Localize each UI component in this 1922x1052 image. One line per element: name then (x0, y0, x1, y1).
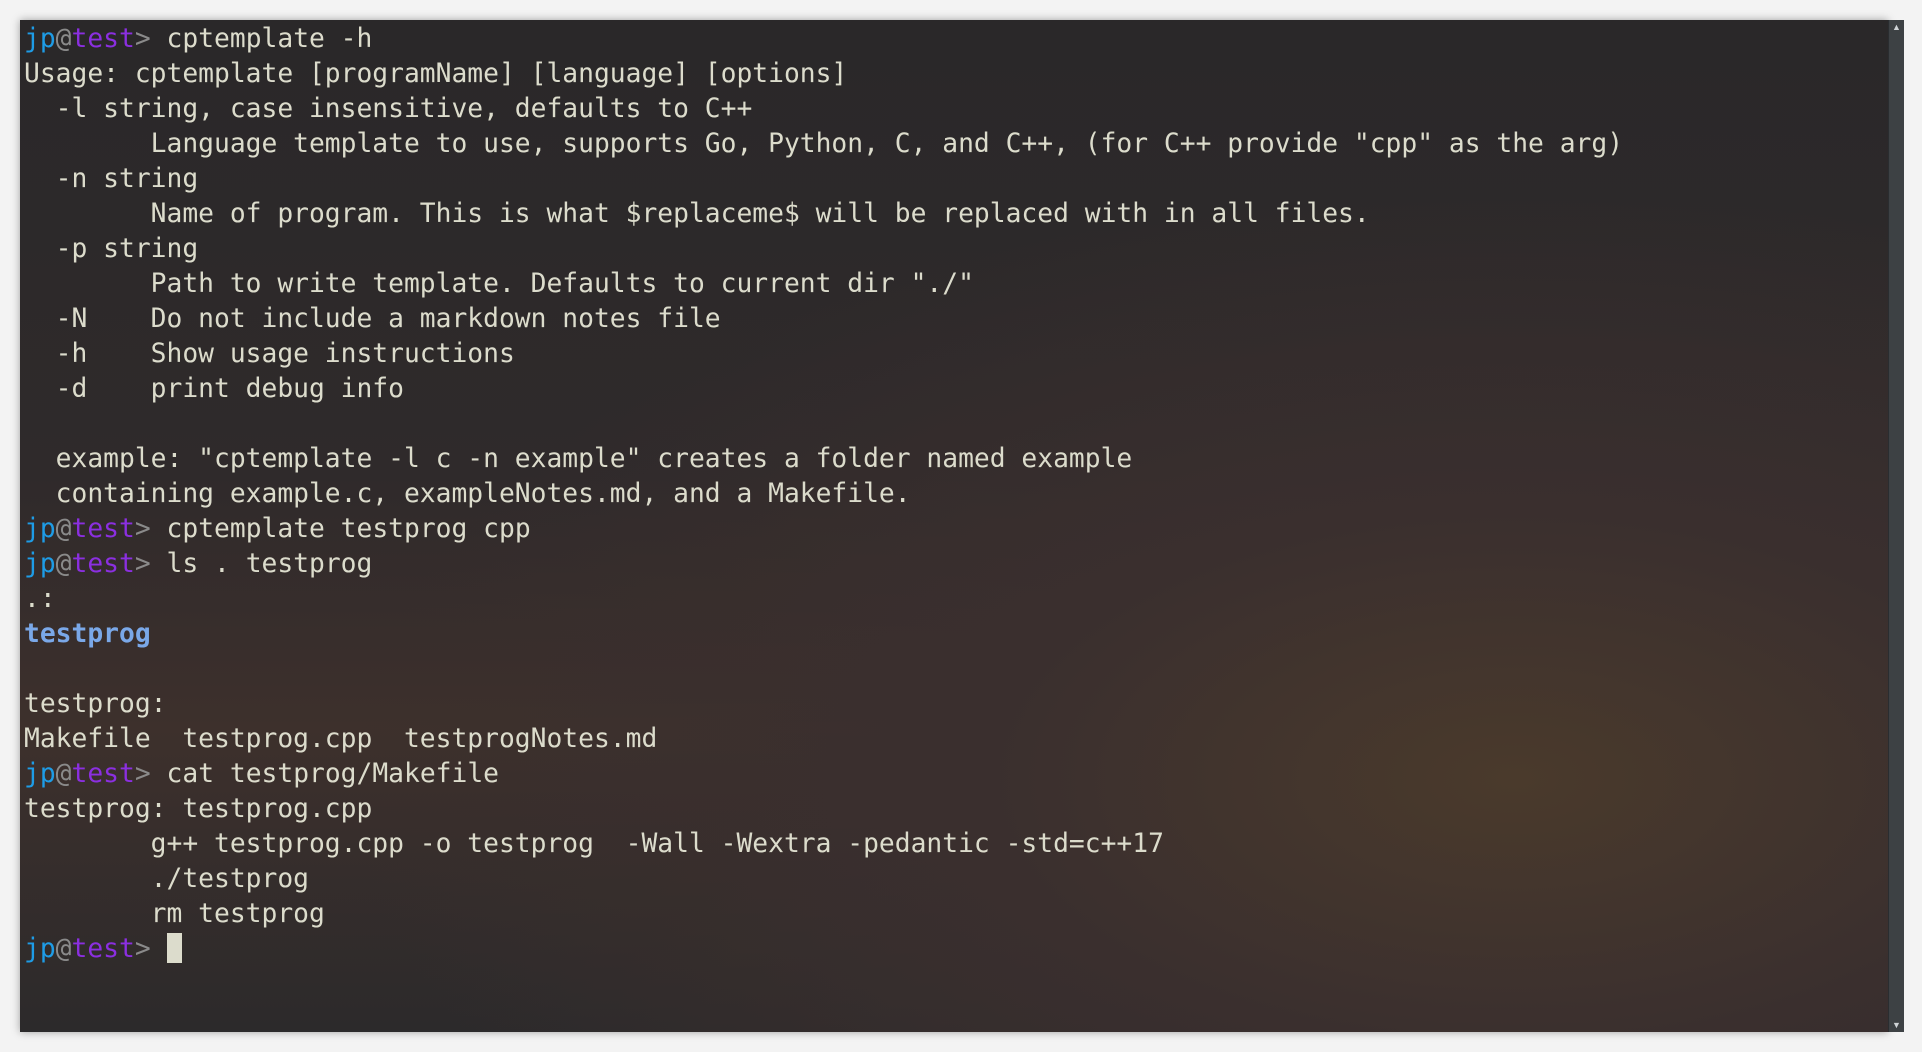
output-line: -l string, case insensitive, defaults to… (24, 92, 1623, 127)
prompt-user: jp (24, 24, 56, 54)
cursor[interactable] (166, 933, 182, 963)
prompt-host: test (71, 934, 135, 964)
prompt-user: jp (24, 549, 56, 579)
prompt-symbol: > (134, 549, 167, 579)
prompt-line: jp@test> cat testprog/Makefile (24, 757, 1623, 792)
scroll-up-icon[interactable]: ▲ (1889, 20, 1904, 34)
directory-name: testprog (24, 619, 151, 649)
output-line: g++ testprog.cpp -o testprog -Wall -Wext… (24, 827, 1623, 862)
output-text: Makefile testprog.cpp testprogNotes.md (24, 724, 658, 754)
output-line: -d print debug info (24, 372, 1623, 407)
prompt-symbol: > (134, 759, 167, 789)
output-text: Language template to use, supports Go, P… (24, 129, 1624, 159)
terminal-window[interactable]: jp@test> cptemplate -h Usage: cptemplate … (20, 20, 1888, 1032)
output-text: -n string (24, 164, 199, 194)
output-text: containing example.c, exampleNotes.md, a… (24, 479, 911, 509)
command-text: cptemplate -h (166, 24, 373, 54)
output-text: -p string (24, 234, 199, 264)
output-line: testprog: (24, 687, 1623, 722)
output-text: Usage: cptemplate [programName] [languag… (24, 59, 848, 89)
prompt-symbol: > (134, 934, 167, 964)
prompt-user: jp (24, 759, 56, 789)
terminal-output: jp@test> cptemplate -h Usage: cptemplate … (24, 22, 1623, 967)
output-line: Path to write template. Defaults to curr… (24, 267, 1623, 302)
scrollbar[interactable]: ▲ ▼ (1888, 20, 1904, 1032)
output-text: .: (24, 584, 56, 614)
output-line: -p string (24, 232, 1623, 267)
output-line: example: "cptemplate -l c -n example" cr… (24, 442, 1623, 477)
prompt-line: jp@test> (24, 932, 1623, 967)
prompt-host: test (71, 24, 135, 54)
output-line: rm testprog (24, 897, 1623, 932)
output-text: testprog: testprog.cpp (24, 794, 373, 824)
directory-entry: testprog (24, 617, 1623, 652)
prompt-user: jp (24, 934, 56, 964)
output-text: -l string, case insensitive, defaults to… (24, 94, 753, 124)
output-line: Usage: cptemplate [programName] [languag… (24, 57, 1623, 92)
prompt-at: @ (55, 934, 72, 964)
prompt-user: jp (24, 514, 56, 544)
output-line: ./testprog (24, 862, 1623, 897)
output-text: testprog: (24, 689, 167, 719)
command-text: cptemplate testprog cpp (166, 514, 531, 544)
prompt-at: @ (55, 549, 72, 579)
prompt-host: test (71, 514, 135, 544)
prompt-host: test (71, 549, 135, 579)
output-line: containing example.c, exampleNotes.md, a… (24, 477, 1623, 512)
output-line: testprog: testprog.cpp (24, 792, 1623, 827)
prompt-line: jp@test> cptemplate testprog cpp (24, 512, 1623, 547)
output-line: .: (24, 582, 1623, 617)
prompt-line: jp@test> ls . testprog (24, 547, 1623, 582)
prompt-at: @ (55, 514, 72, 544)
output-text: -h Show usage instructions (24, 339, 515, 369)
output-line: Makefile testprog.cpp testprogNotes.md (24, 722, 1623, 757)
prompt-symbol: > (134, 24, 167, 54)
prompt-at: @ (55, 759, 72, 789)
output-text: -N Do not include a markdown notes file (24, 304, 721, 334)
output-text: Path to write template. Defaults to curr… (24, 269, 974, 299)
output-line: -n string (24, 162, 1623, 197)
prompt-at: @ (55, 24, 72, 54)
prompt-line: jp@test> cptemplate -h (24, 22, 1623, 57)
output-text: g++ testprog.cpp -o testprog -Wall -Wext… (24, 829, 1164, 859)
command-text: cat testprog/Makefile (166, 759, 500, 789)
output-line: -N Do not include a markdown notes file (24, 302, 1623, 337)
prompt-host: test (71, 759, 135, 789)
output-text: rm testprog (24, 899, 325, 929)
output-text: -d print debug info (24, 374, 404, 404)
output-text: example: "cptemplate -l c -n example" cr… (24, 444, 1133, 474)
scroll-down-icon[interactable]: ▼ (1889, 1018, 1904, 1032)
command-text: ls . testprog (166, 549, 373, 579)
output-line: -h Show usage instructions (24, 337, 1623, 372)
output-line: Language template to use, supports Go, P… (24, 127, 1623, 162)
output-text: Name of program. This is what $replaceme… (24, 199, 1370, 229)
output-text: ./testprog (24, 864, 309, 894)
prompt-symbol: > (134, 514, 167, 544)
output-line: Name of program. This is what $replaceme… (24, 197, 1623, 232)
